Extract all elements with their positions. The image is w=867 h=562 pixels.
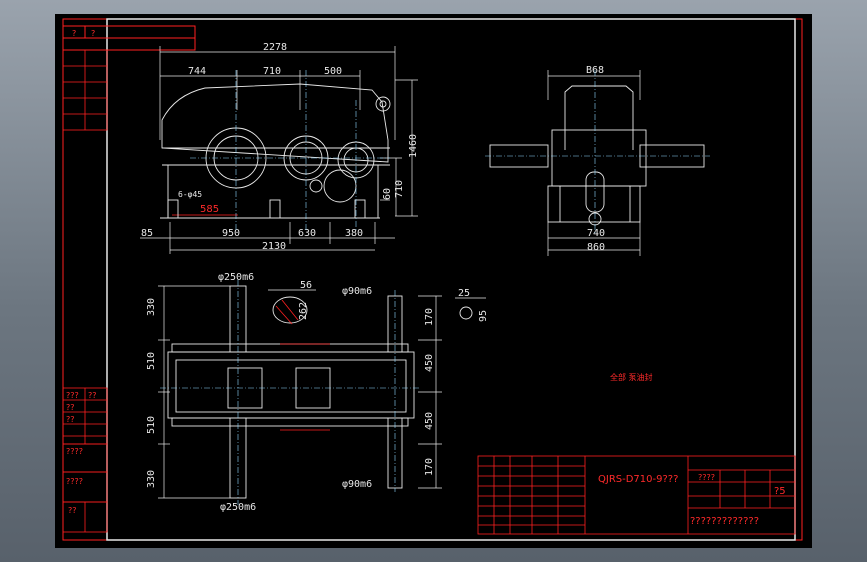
dim-base-1: 950 xyxy=(222,228,240,239)
shaft-top-right: φ90m6 xyxy=(342,286,372,297)
model-number: QJRS-D710-9??? xyxy=(598,474,678,485)
left-table-cell-2: ?? xyxy=(88,391,97,400)
dim-left-top: 330 xyxy=(146,298,157,316)
dim-span-1: 744 xyxy=(188,66,206,77)
dim-height-total: 1460 xyxy=(408,134,419,158)
dim-base-3: 380 xyxy=(345,228,363,239)
left-table-cell-4: ?? xyxy=(66,415,75,424)
title-cell-1: ???? xyxy=(698,473,715,482)
dim-right-top: 170 xyxy=(424,308,435,326)
dim-span-3: 500 xyxy=(324,66,342,77)
shaft-top-left: φ250m6 xyxy=(218,272,254,283)
dim-base-total: 2130 xyxy=(262,241,286,252)
dim-span-2: 710 xyxy=(263,66,281,77)
key-big-width: 56 xyxy=(300,280,312,291)
bolt-pitch-dim: 585 xyxy=(200,204,219,215)
dim-overall-length: 2278 xyxy=(263,42,287,53)
dim-base-2: 630 xyxy=(298,228,316,239)
left-table-cell-3: ?? xyxy=(66,403,75,412)
title-box-text-1: ? xyxy=(72,29,76,38)
dim-height-low: 60 xyxy=(382,188,393,200)
left-table-cell-6: ???? xyxy=(66,477,83,486)
note-text: 全部 泵油封 xyxy=(610,372,653,382)
key-small-width: 25 xyxy=(458,288,470,299)
left-table-cell-5: ???? xyxy=(66,447,83,456)
dim-left-mid2: 510 xyxy=(146,416,157,434)
dim-base-inner: 740 xyxy=(587,228,605,239)
dim-right-mid1: 450 xyxy=(424,354,435,372)
left-table-cell-1: ??? xyxy=(66,391,79,400)
dim-left-bot: 330 xyxy=(146,470,157,488)
dim-left-mid1: 510 xyxy=(146,352,157,370)
dim-right-bot: 170 xyxy=(424,458,435,476)
dim-base-outer: 860 xyxy=(587,242,605,253)
key-small-height: 95 xyxy=(478,310,489,322)
cad-drawing-sheet: ? ? ??? ?? ?? ?? ???? ???? ?? 2278 744 7… xyxy=(55,14,812,548)
left-table-cell-7: ?? xyxy=(68,506,77,515)
dim-base-left: 85 xyxy=(141,228,153,239)
dim-height-mid: 710 xyxy=(394,180,405,198)
bolt-callout: 6-φ45 xyxy=(178,190,202,199)
title-box-text-2: ? xyxy=(91,29,95,38)
shaft-bottom-right: φ90m6 xyxy=(342,479,372,490)
title-bottom-text: ????????????? xyxy=(690,516,759,527)
dim-right-mid2: 450 xyxy=(424,412,435,430)
title-cell-scale: ?5 xyxy=(774,486,786,497)
